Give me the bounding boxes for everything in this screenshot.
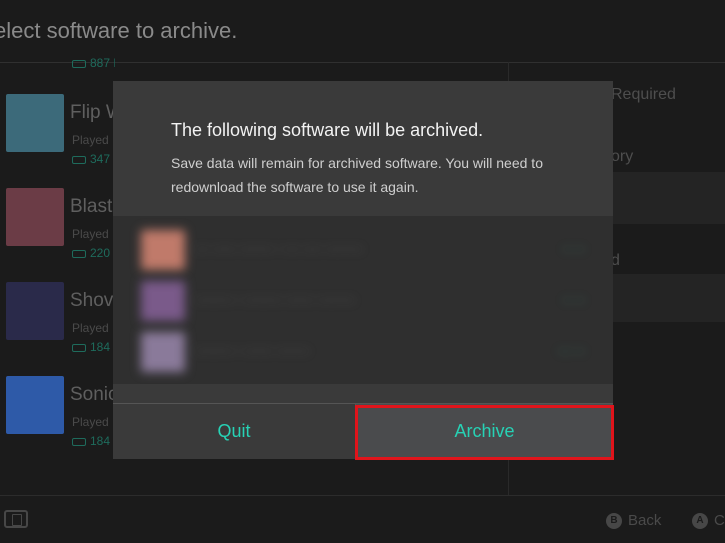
size-label: 184 xyxy=(72,434,110,448)
storage-icon xyxy=(72,437,86,446)
software-row: ········ · ······ ······· ··· ·· xyxy=(113,326,613,378)
software-row: ··· ····· ······· · ··· ···· ········ ··… xyxy=(113,224,613,276)
game-title: Sonic xyxy=(70,384,115,405)
game-thumbnail xyxy=(6,282,64,340)
storage-icon xyxy=(72,155,86,164)
details-row-highlight xyxy=(610,172,725,224)
details-row-highlight xyxy=(610,274,725,322)
game-thumbnail xyxy=(6,94,64,152)
list-item[interactable]: Flip W Played 347 xyxy=(0,90,115,182)
game-title: Flip W xyxy=(70,102,115,123)
archive-button[interactable]: Archive xyxy=(356,404,613,459)
list-item[interactable]: Shove Played 184 xyxy=(0,278,115,370)
storage-icon xyxy=(72,343,86,352)
confirm-button[interactable]: AC xyxy=(692,512,725,530)
size-label: 184 xyxy=(72,340,110,354)
game-title: Shove xyxy=(70,290,115,311)
software-size: ··· ·· xyxy=(557,342,585,358)
required-label: Required xyxy=(611,86,676,103)
game-title: Blaste xyxy=(70,196,115,217)
software-list: 887 MB Flip W Played 347 Blaste Played 2… xyxy=(0,40,115,495)
played-label: Played xyxy=(72,415,109,429)
storage-icon xyxy=(72,59,86,68)
software-thumbnail xyxy=(141,332,185,372)
played-label: Played xyxy=(72,321,109,335)
software-thumbnail xyxy=(141,230,185,270)
memory-label: ory xyxy=(611,148,634,165)
played-label: Played xyxy=(72,227,109,241)
size-label: 347 xyxy=(72,152,110,166)
a-button-icon: A xyxy=(692,513,708,530)
software-thumbnail xyxy=(141,281,185,321)
size-label: 887 MB xyxy=(72,56,115,70)
storage-icon xyxy=(72,249,86,258)
dialog-description: Save data will remain for archived softw… xyxy=(171,155,543,195)
played-label: Played xyxy=(72,133,109,147)
software-name: ··· ····· ······· · ··· ···· ········ xyxy=(195,240,363,256)
software-size: ·· ·· xyxy=(562,291,585,307)
footer-bar: B Back AC xyxy=(0,495,725,543)
software-row: ········ · ········ ······ ········ ·· ·… xyxy=(113,275,613,327)
archive-dialog: The following software will be archived.… xyxy=(113,81,613,459)
game-thumbnail xyxy=(6,376,64,434)
game-thumbnail xyxy=(6,188,64,246)
back-button[interactable]: B Back xyxy=(606,512,661,530)
software-name: ········ · ······ ······· xyxy=(195,342,310,358)
list-item[interactable]: Blaste Played 220 xyxy=(0,184,115,276)
archive-software-list: ··· ····· ······· · ··· ···· ········ ··… xyxy=(113,216,613,384)
software-name: ········ · ········ ······ ········ xyxy=(195,291,356,307)
b-button-icon: B xyxy=(606,513,622,530)
dialog-title: The following software will be archived. xyxy=(171,120,484,140)
list-item[interactable]: Sonic Played 184 xyxy=(0,372,115,464)
console-icon xyxy=(4,510,28,528)
quit-button[interactable]: Quit xyxy=(113,404,355,459)
size-label: 220 xyxy=(72,246,110,260)
software-size: ·· ·· xyxy=(562,240,585,256)
